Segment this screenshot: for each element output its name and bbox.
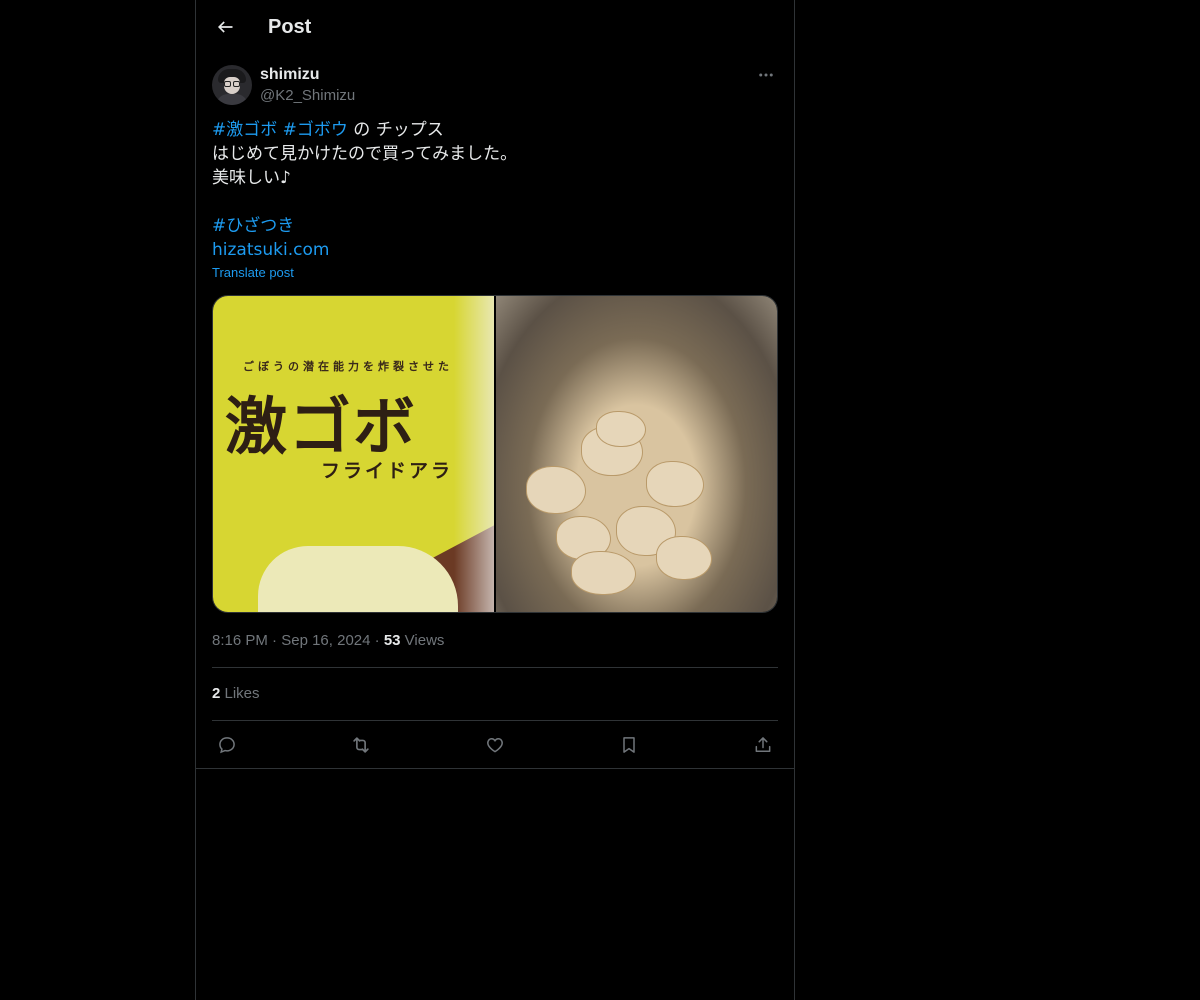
bookmark-button[interactable] [614,732,644,758]
arrow-left-icon [218,21,233,33]
hashtag-link[interactable]: #激ゴボ [212,120,277,140]
like-icon [487,737,503,753]
header: Post [196,0,794,54]
hashtag-link[interactable]: #ひざつき [212,216,294,236]
package-title: 激ゴボ [225,390,418,463]
tweet-line: #ひざつき [212,214,778,238]
views-label: Views [400,632,445,649]
package-caption: フライドアラ [321,460,454,482]
post-meta: 8:16 PM · Sep 16, 2024 · 53 Views [212,631,444,651]
like-button[interactable] [480,732,510,758]
hashtag-link[interactable]: #ゴボウ [283,120,348,140]
bookmark-icon [623,737,635,753]
author-handle[interactable]: @K2_Shimizu [260,86,355,106]
page-title: Post [268,16,312,38]
post-author: shimizu @K2_Shimizu [212,64,778,108]
post-bottom-border [196,768,794,769]
more-button[interactable] [754,64,778,86]
divider [212,667,778,668]
views-count: 53 [383,632,401,649]
author-display-name[interactable]: shimizu [260,65,320,85]
tweet-line: はじめて見かけたので買ってみました。 [212,144,518,164]
more-horizontal-icon [759,73,773,77]
external-link[interactable]: hizatsuki.com [212,240,329,260]
tweet-text: #激ゴボ #ゴボウ の チップス はじめて見かけたので買ってみました。 美味しい… [212,118,778,262]
back-button[interactable] [208,10,242,44]
post-date[interactable]: Sep 16, 2024 [281,632,370,649]
media-gallery: ごぼうの潜在能力を炸裂させた 激ゴボ フライドアラ [212,295,778,613]
likes-summary[interactable]: 2 Likes [212,684,260,704]
post-time[interactable]: 8:16 PM [212,632,268,649]
reply-button[interactable] [212,732,242,758]
tweet-line: 美味しい♪ [212,168,291,188]
share-button[interactable] [748,732,778,758]
post-column: Post shimizu @K2_Shimizu #激ゴボ #ゴボウ の チップ… [195,0,795,1000]
meta-separator: · [267,632,282,649]
retweet-button[interactable] [346,732,376,758]
package-subtitle: ごぼうの潜在能力を炸裂させた [243,360,453,373]
tweet-line: hizatsuki.com [212,238,778,262]
action-bar [212,732,778,758]
share-icon [755,737,771,752]
divider [212,720,778,721]
photo-package[interactable]: ごぼうの潜在能力を炸裂させた 激ゴボ フライドアラ [213,296,494,612]
tweet-line: #激ゴボ #ゴボウ の チップス [212,118,778,142]
likes-label: Likes [220,685,260,702]
avatar[interactable] [212,65,252,105]
photo-chips[interactable] [496,296,777,612]
retweet-icon [353,737,369,753]
translate-post-link[interactable]: Translate post [212,265,294,280]
tweet-line-text: の チップス [347,120,444,140]
meta-separator: · [370,632,384,649]
reply-icon [219,737,235,754]
